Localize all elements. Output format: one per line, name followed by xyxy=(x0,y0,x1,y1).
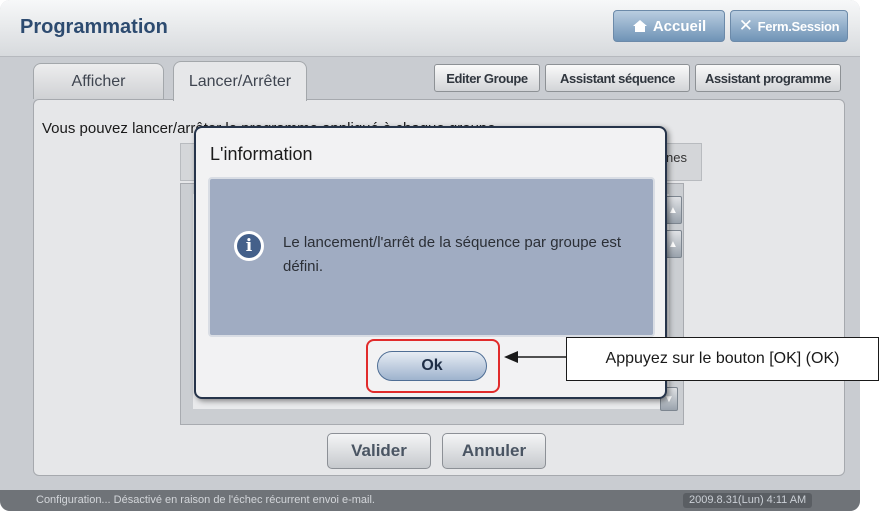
close-icon: ✕ xyxy=(738,16,753,35)
tab-lancer-arreter[interactable]: Lancer/Arrêter xyxy=(173,61,307,101)
arrow-left-icon xyxy=(504,351,567,363)
logout-button-label: Ferm.Session xyxy=(757,18,840,34)
tab-label: Lancer/Arrêter xyxy=(188,72,292,90)
dialog-message: Le lancement/l'arrêt de la séquence par … xyxy=(283,234,622,275)
home-button[interactable]: Accueil xyxy=(613,10,725,42)
ok-highlight-frame xyxy=(366,339,500,393)
column-header-label: nes xyxy=(666,150,687,165)
info-icon: i xyxy=(234,231,264,261)
instruction-callout: Appuyez sur le bouton [OK] (OK) xyxy=(566,337,879,381)
status-message: Configuration... Désactivé en raison de … xyxy=(36,494,375,506)
sequence-wizard-button[interactable]: Assistant séquence xyxy=(545,64,690,92)
tab-afficher[interactable]: Afficher xyxy=(33,63,164,99)
validate-button[interactable]: Valider xyxy=(327,433,431,469)
tab-label: Afficher xyxy=(71,72,126,90)
program-wizard-button[interactable]: Assistant programme xyxy=(695,64,841,92)
logout-button[interactable]: ✕ Ferm.Session xyxy=(730,10,848,42)
cancel-button[interactable]: Annuler xyxy=(442,433,546,469)
home-button-label: Accueil xyxy=(652,17,707,35)
status-bar: Configuration... Désactivé en raison de … xyxy=(0,490,860,511)
page-title: Programmation xyxy=(20,16,168,38)
dialog-title: L'information xyxy=(210,144,313,164)
edit-group-button[interactable]: Editer Groupe xyxy=(434,64,540,92)
home-icon xyxy=(632,20,647,32)
title-bar: Programmation Accueil ✕ Ferm.Session xyxy=(0,0,860,57)
status-datetime: 2009.8.31(Lun) 4:11 AM xyxy=(683,493,813,508)
dialog-body: i Le lancement/l'arrêt de la séquence pa… xyxy=(208,177,655,337)
